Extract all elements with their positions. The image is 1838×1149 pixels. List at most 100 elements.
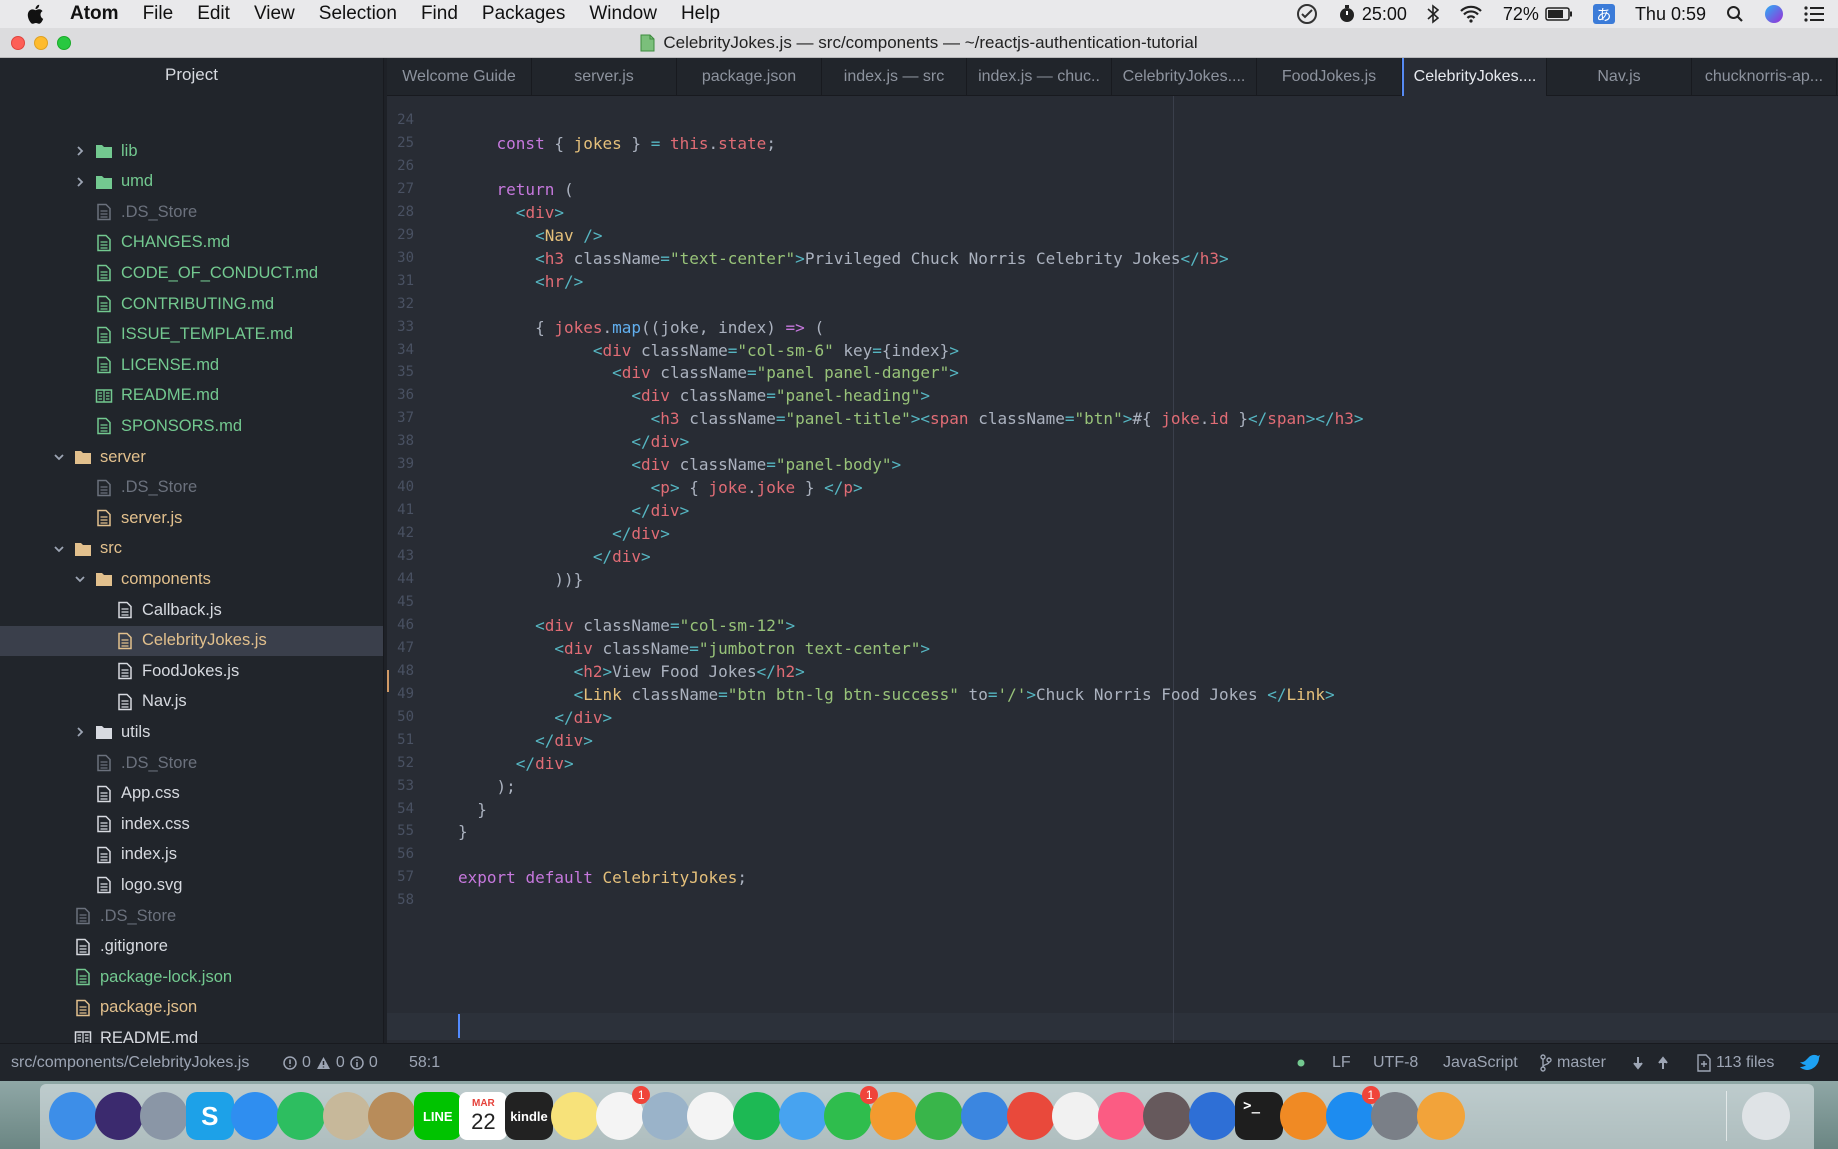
xcode-icon[interactable] — [1189, 1092, 1237, 1140]
menu-selection[interactable]: Selection — [319, 3, 397, 25]
menu-help[interactable]: Help — [681, 3, 720, 25]
tree-file-app-css[interactable]: App.css — [0, 779, 383, 809]
grammar-selector[interactable]: JavaScript — [1443, 1044, 1518, 1082]
chevron-right-icon[interactable] — [73, 144, 87, 158]
chevron-down-icon[interactable] — [73, 572, 87, 586]
tab-index-js-chuc[interactable]: index.js — chuc.. — [967, 58, 1112, 96]
spotify-icon[interactable] — [733, 1092, 781, 1140]
contacts-icon[interactable] — [368, 1092, 417, 1140]
trash-icon[interactable] — [1742, 1092, 1790, 1140]
tree-file-package-json[interactable]: package.json — [0, 993, 383, 1023]
bluetooth-icon[interactable] — [1427, 4, 1439, 24]
app-menu-atom[interactable]: Atom — [70, 3, 119, 25]
battery-status[interactable]: 72% — [1503, 4, 1573, 25]
keynote-icon[interactable] — [961, 1092, 1009, 1140]
menu-packages[interactable]: Packages — [482, 3, 565, 25]
tree-folder-src[interactable]: src — [0, 534, 383, 564]
messages-icon[interactable] — [778, 1092, 827, 1140]
tree-file-logo-svg[interactable]: logo.svg — [0, 870, 383, 900]
tree-folder-server[interactable]: server — [0, 442, 383, 472]
tree-file-issue-template-md[interactable]: ISSUE_TEMPLATE.md — [0, 320, 383, 350]
tab-chucknorris-ap[interactable]: chucknorris-ap... — [1692, 58, 1837, 96]
tree-file-ds-store[interactable]: .DS_Store — [0, 473, 383, 503]
kindle-icon[interactable]: kindle — [505, 1092, 553, 1140]
menu-edit[interactable]: Edit — [197, 3, 230, 25]
tree-file-celebrityjokes-js[interactable]: CelebrityJokes.js — [0, 625, 383, 656]
apple-menu-icon[interactable] — [26, 3, 48, 25]
line-ending-selector[interactable]: LF — [1332, 1044, 1351, 1082]
preview-icon[interactable] — [641, 1092, 690, 1140]
tree-file-sponsors-md[interactable]: SPONSORS.md — [0, 411, 383, 441]
tree-file-readme-md[interactable]: README.md — [0, 381, 383, 411]
tab-celebrityjokes[interactable]: CelebrityJokes.... — [1402, 58, 1547, 96]
tab-welcome-guide[interactable]: Welcome Guide — [387, 58, 532, 96]
sketch-icon[interactable] — [1417, 1092, 1465, 1140]
menu-find[interactable]: Find — [421, 3, 458, 25]
pages-icon[interactable] — [869, 1092, 918, 1140]
tree-folder-utils[interactable]: utils — [0, 717, 383, 747]
tab-celebrityjokes[interactable]: CelebrityJokes.... — [1112, 58, 1257, 96]
tree-folder-umd[interactable]: umd — [0, 167, 383, 197]
evernote-icon[interactable] — [277, 1092, 325, 1140]
encoding-selector[interactable]: UTF-8 — [1373, 1044, 1418, 1082]
itunes-icon[interactable] — [1097, 1092, 1146, 1140]
tree-file-ds-store[interactable]: .DS_Store — [0, 748, 383, 778]
tree-file-readme-md[interactable]: README.md — [0, 1023, 383, 1043]
notification-center-icon[interactable] — [1804, 6, 1824, 22]
calendar-icon[interactable]: MAR 22 — [459, 1092, 508, 1140]
tree-file-changes-md[interactable]: CHANGES.md — [0, 228, 383, 258]
ibooks-icon[interactable] — [1280, 1092, 1329, 1140]
wifi-icon[interactable] — [1459, 5, 1483, 23]
tree-folder-lib[interactable]: lib — [0, 136, 383, 166]
spotlight-search-icon[interactable] — [1726, 5, 1744, 23]
tab-index-js-src[interactable]: index.js — src — [822, 58, 967, 96]
tree-file-nav-js[interactable]: Nav.js — [0, 687, 383, 717]
tree-file-ds-store[interactable]: .DS_Store — [0, 901, 383, 931]
text-editor[interactable]: 24 25 const { jokes } = this.state; 26 27 r… — [387, 96, 1838, 1043]
checkmark-badge-icon[interactable] — [1296, 3, 1318, 25]
chrome-icon[interactable] — [1052, 1092, 1101, 1140]
tree-file-ds-store[interactable]: .DS_Store — [0, 197, 383, 227]
tree-file-foodjokes-js[interactable]: FoodJokes.js — [0, 656, 383, 686]
tree-file-callback-js[interactable]: Callback.js — [0, 595, 383, 625]
tree-file-index-js[interactable]: index.js — [0, 840, 383, 870]
tree-file-gitignore[interactable]: .gitignore — [0, 932, 383, 962]
chevron-right-icon[interactable] — [73, 175, 87, 189]
timer-status[interactable]: 25:00 — [1338, 4, 1407, 25]
linter-summary[interactable]: 0 0 0 — [283, 1044, 378, 1082]
window-zoom-button[interactable] — [57, 36, 71, 50]
tree-file-license-md[interactable]: LICENSE.md — [0, 350, 383, 380]
terminal-icon[interactable]: >_ — [1234, 1092, 1283, 1140]
git-fetch-pull-button[interactable] — [1632, 1044, 1669, 1082]
git-branch[interactable]: master — [1540, 1044, 1606, 1082]
window-minimize-button[interactable] — [34, 36, 48, 50]
siri-icon[interactable] — [1764, 4, 1784, 24]
input-method-badge[interactable]: あ — [1592, 4, 1615, 24]
tab-foodjokes-js[interactable]: FoodJokes.js — [1257, 58, 1402, 96]
status-file-path[interactable]: src/components/CelebrityJokes.js — [11, 1044, 249, 1082]
bird-status-icon[interactable] — [1799, 1044, 1821, 1082]
chevron-right-icon[interactable] — [73, 725, 87, 739]
menu-view[interactable]: View — [254, 3, 295, 25]
siri-icon[interactable] — [94, 1092, 143, 1140]
launchpad-icon[interactable] — [140, 1092, 189, 1140]
tab-nav-js[interactable]: Nav.js — [1547, 58, 1692, 96]
github-files-count[interactable]: 113 files — [1697, 1044, 1774, 1082]
menu-file[interactable]: File — [143, 3, 174, 25]
tree-folder-components[interactable]: components — [0, 564, 383, 594]
tree-file-code-of-conduct-md[interactable]: CODE_OF_CONDUCT.md — [0, 258, 383, 288]
chevron-down-icon[interactable] — [52, 542, 66, 556]
finder-icon[interactable] — [49, 1092, 97, 1140]
tab-package-json[interactable]: package.json — [677, 58, 822, 96]
cursor-position[interactable]: 58:1 — [409, 1044, 440, 1082]
line-icon[interactable]: LINE — [413, 1092, 462, 1140]
timer-icon[interactable] — [1006, 1092, 1055, 1140]
menu-window[interactable]: Window — [589, 3, 657, 25]
tab-server-js[interactable]: server.js — [532, 58, 677, 96]
menubar-clock[interactable]: Thu 0:59 — [1635, 4, 1706, 25]
window-close-button[interactable] — [11, 36, 25, 50]
tree-file-server-js[interactable]: server.js — [0, 503, 383, 533]
skype-icon[interactable]: S — [185, 1092, 234, 1140]
tree-file-contributing-md[interactable]: CONTRIBUTING.md — [0, 289, 383, 319]
chevron-down-icon[interactable] — [52, 450, 66, 464]
